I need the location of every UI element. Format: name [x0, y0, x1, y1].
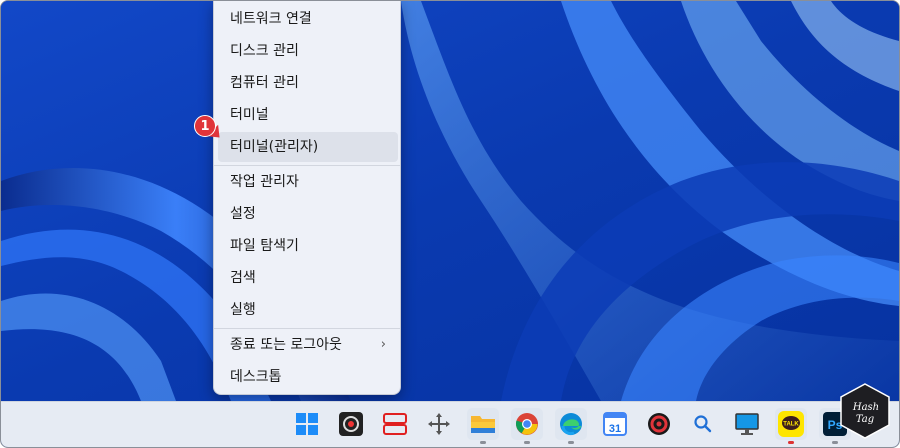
hashtag-watermark-logo: Hash Tag [840, 383, 890, 439]
menu-item-label: 파일 탐색기 [230, 238, 299, 254]
running-indicator [524, 441, 530, 444]
menu-item-task-manager[interactable]: 작업 관리자 [218, 167, 398, 197]
menu-item-label: 실행 [230, 302, 256, 318]
monitor-icon[interactable] [731, 408, 763, 440]
menu-item-network-connections[interactable]: 네트워크 연결 [218, 4, 398, 34]
menu-item-label: 터미널 [230, 107, 269, 123]
chrome-icon[interactable] [511, 408, 543, 444]
menu-item-label: 검색 [230, 270, 256, 286]
edge-icon[interactable] [555, 408, 587, 444]
menu-item-shutdown-signout[interactable]: 종료 또는 로그아웃 › [218, 330, 398, 360]
move-icon[interactable] [423, 408, 455, 440]
menu-item-settings[interactable]: 설정 [218, 199, 398, 229]
file-explorer-icon[interactable] [467, 408, 499, 444]
menu-item-label: 종료 또는 로그아웃 [230, 337, 342, 353]
menu-item-desktop[interactable]: 데스크톱 [218, 362, 398, 392]
calendar-icon[interactable]: 31 [599, 408, 631, 440]
step-badge: 1 [194, 115, 216, 137]
calendar-date: 31 [609, 423, 621, 435]
obs-icon[interactable] [335, 408, 367, 440]
windows-start-icon[interactable] [291, 408, 323, 440]
kakaotalk-label: TALK [783, 422, 799, 428]
chevron-right-icon: › [380, 337, 386, 352]
running-indicator [788, 441, 794, 444]
screenshot-frame: 네트워크 연결 디스크 관리 컴퓨터 관리 터미널 터미널(관리자) 작업 관리… [0, 0, 900, 448]
menu-item-label: 디스크 관리 [230, 43, 299, 59]
snip-tool-icon[interactable] [379, 408, 411, 440]
menu-item-label: 데스크톱 [230, 369, 282, 385]
running-indicator [480, 441, 486, 444]
menu-item-label: 터미널(관리자) [230, 139, 319, 155]
davinci-icon[interactable] [643, 408, 675, 440]
winx-context-menu: 네트워크 연결 디스크 관리 컴퓨터 관리 터미널 터미널(관리자) 작업 관리… [213, 1, 401, 395]
menu-item-label: 컴퓨터 관리 [230, 75, 299, 91]
menu-item-run[interactable]: 실행 [218, 295, 398, 325]
menu-item-computer-management[interactable]: 컴퓨터 관리 [218, 68, 398, 98]
menu-item-disk-management[interactable]: 디스크 관리 [218, 36, 398, 66]
menu-item-label: 설정 [230, 206, 256, 222]
search-icon[interactable] [687, 408, 719, 440]
menu-item-label: 네트워크 연결 [230, 11, 312, 27]
watermark-line2: Tag [856, 414, 874, 425]
watermark-line1: Hash [852, 402, 879, 413]
menu-item-search[interactable]: 검색 [218, 263, 398, 293]
kakaotalk-icon[interactable]: TALK [775, 408, 807, 444]
menu-item-label: 작업 관리자 [230, 174, 299, 190]
menu-item-file-explorer[interactable]: 파일 탐색기 [218, 231, 398, 261]
menu-separator [214, 165, 400, 166]
menu-separator [214, 328, 400, 329]
running-indicator [568, 441, 574, 444]
menu-item-terminal-admin[interactable]: 터미널(관리자) [218, 132, 398, 162]
desktop-wallpaper [1, 1, 899, 401]
running-indicator [832, 441, 838, 444]
taskbar: 31 TALK Ps [1, 401, 899, 447]
menu-item-terminal[interactable]: 터미널 [218, 100, 398, 130]
